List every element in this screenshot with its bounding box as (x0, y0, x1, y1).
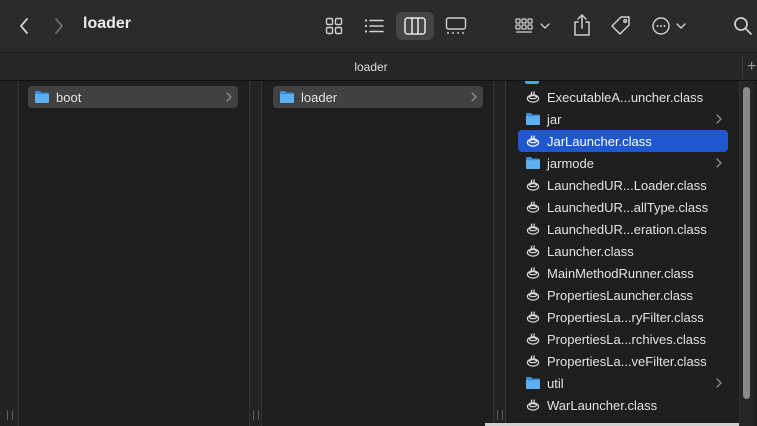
java-class-icon (525, 199, 541, 215)
item-label: LaunchedUR...eration.class (547, 221, 707, 237)
file-item[interactable]: LaunchedUR...Loader.class (518, 174, 728, 196)
chevron-right-icon (716, 372, 722, 394)
item-label: WarLauncher.class (547, 397, 658, 413)
file-item[interactable]: LaunchedUR...eration.class (518, 218, 728, 240)
item-label: LaunchedUR...Loader.class (547, 177, 707, 193)
file-item[interactable]: PropertiesLa...rchives.class (518, 328, 728, 350)
chevron-left-icon[interactable] (12, 13, 36, 39)
file-item[interactable]: ExecutableA...uncher.class (518, 86, 728, 108)
item-label: JarLauncher.class (547, 133, 652, 149)
java-class-icon (525, 133, 541, 149)
file-item[interactable]: MainMethodRunner.class (518, 262, 728, 284)
column-2: loader (262, 81, 493, 426)
java-class-icon (525, 221, 541, 237)
java-class-icon (525, 353, 541, 369)
more-icon[interactable] (650, 13, 692, 39)
folder-icon (525, 375, 541, 391)
share-icon[interactable] (571, 11, 593, 39)
list-view-icon[interactable] (362, 13, 386, 39)
item-label: util (547, 375, 564, 391)
java-class-icon (525, 265, 541, 281)
window-title: loader (83, 15, 132, 32)
gallery-view-icon[interactable] (444, 13, 468, 39)
chevron-right-icon (716, 108, 722, 130)
file-item[interactable]: WarLauncher.class (518, 394, 728, 416)
column-resize-handle[interactable] (253, 410, 259, 420)
item-label: PropertiesLa...ryFilter.class (547, 309, 704, 325)
folder-item[interactable]: boot (28, 86, 238, 108)
file-item[interactable]: JarLauncher.class (518, 130, 728, 152)
item-label: LaunchedUR...allType.class (547, 199, 709, 215)
folder-item[interactable]: jar (518, 108, 728, 130)
file-item[interactable]: LaunchedUR...allType.class (518, 196, 728, 218)
item-label: loader (301, 89, 338, 105)
chevron-right-icon (471, 86, 477, 108)
column-1: boot (19, 81, 249, 426)
java-class-icon (525, 177, 541, 193)
column-resize-handle[interactable] (497, 410, 503, 420)
file-item[interactable]: PropertiesLauncher.class (518, 284, 728, 306)
item-label: jarmode (547, 155, 594, 171)
tag-icon[interactable] (609, 13, 633, 39)
item-label: Launcher.class (547, 243, 634, 259)
column-view-icon[interactable] (396, 12, 434, 40)
scrollbar-thumb[interactable] (743, 87, 750, 399)
java-class-icon (525, 309, 541, 325)
java-class-icon (525, 331, 541, 347)
chevron-right-icon (716, 152, 722, 174)
search-icon[interactable] (731, 13, 755, 39)
toolbar: loader (0, 0, 757, 52)
java-class-icon (525, 397, 541, 413)
item-label: boot (56, 89, 82, 105)
folder-icon (525, 111, 541, 127)
new-tab-button[interactable]: + (742, 55, 757, 79)
item-label: PropertiesLa...veFilter.class (547, 353, 707, 369)
column-browser: boot loader ExecutableA...uncher.class ja… (0, 81, 757, 426)
item-label: PropertiesLa...rchives.class (547, 331, 706, 347)
column-3: ExecutableA...uncher.class jar JarLauncher… (506, 81, 739, 426)
file-item[interactable]: PropertiesLa...ryFilter.class (518, 306, 728, 328)
grid-view-icon[interactable] (322, 13, 346, 39)
folder-icon (525, 155, 541, 171)
tab-bar: loader + (0, 52, 757, 81)
chevron-right-icon[interactable] (47, 13, 71, 39)
folder-icon (279, 89, 295, 105)
item-label: MainMethodRunner.class (547, 265, 694, 281)
folder-item[interactable]: loader (273, 86, 483, 108)
folder-item[interactable]: util (518, 372, 728, 394)
left-margin-strip (0, 81, 18, 426)
java-class-icon (525, 287, 541, 303)
tab-loader[interactable]: loader (0, 53, 742, 81)
item-label: ExecutableA...uncher.class (547, 89, 704, 105)
item-label: PropertiesLauncher.class (547, 287, 693, 303)
column-resize-handle[interactable] (7, 410, 13, 420)
folder-item[interactable]: jarmode (518, 152, 728, 174)
item-label: jar (547, 111, 562, 127)
file-item[interactable]: Launcher.class (518, 240, 728, 262)
file-item[interactable]: PropertiesLa...veFilter.class (518, 350, 728, 372)
java-class-icon (525, 89, 541, 105)
group-icon[interactable] (514, 13, 556, 39)
partial-folder-icon (525, 81, 539, 84)
folder-icon (34, 89, 50, 105)
java-class-icon (525, 243, 541, 259)
chevron-right-icon (226, 86, 232, 108)
